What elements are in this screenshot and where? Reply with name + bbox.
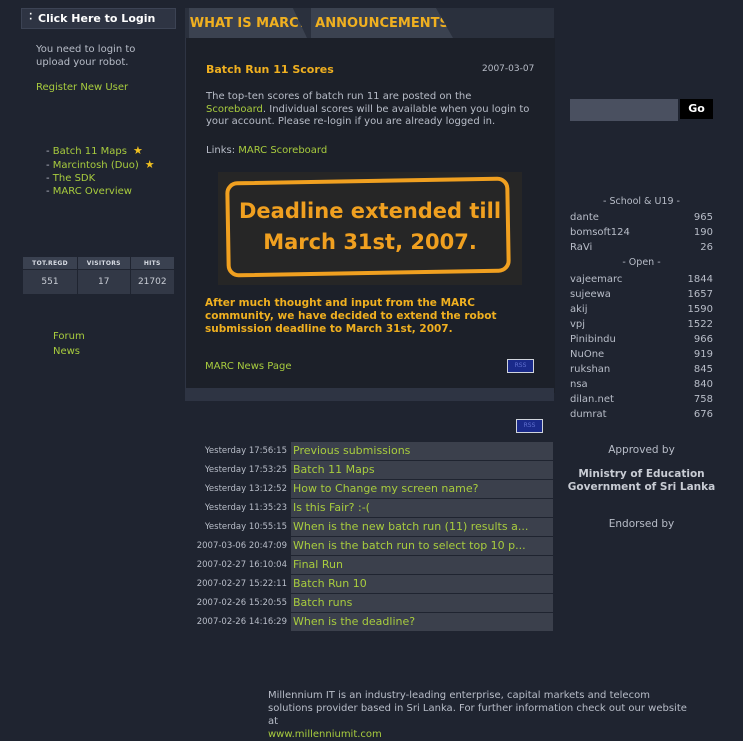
forum-link[interactable]: Forum [53, 331, 85, 342]
footer-text: Millennium IT is an industry-leading ent… [268, 690, 687, 727]
stats-hits: 21702 [129, 269, 176, 295]
post-time: 2007-02-27 16:10:04 [196, 560, 287, 570]
announcement-body: The top-ten scores of batch run 11 are p… [206, 91, 530, 127]
side-link-sdk[interactable]: The SDK [53, 173, 95, 184]
ranking-row: sujeewa 1657 [570, 289, 713, 300]
ranking-row: Pinibindu 966 [570, 334, 713, 345]
footer: Millennium IT is an industry-leading ent… [268, 689, 688, 741]
post-title-link[interactable]: When is the new batch run (11) results a… [291, 518, 553, 536]
ranking-row: rukshan 845 [570, 364, 713, 375]
deadline-banner-image: Deadline extended till March 31st, 2007. [218, 172, 522, 285]
login-button-label: Click Here to Login [38, 12, 156, 25]
news-link[interactable]: News [53, 346, 80, 357]
list-item: 2007-02-27 15:22:11 Batch Run 10 [196, 575, 553, 594]
panel-footer [185, 388, 554, 401]
post-title-link[interactable]: Is this Fair? :-( [291, 499, 553, 517]
post-time: 2007-02-26 15:20:55 [196, 598, 287, 608]
star-icon: ★ [144, 158, 155, 171]
ranking-row: vpj 1522 [570, 319, 713, 330]
side-nav: - Batch 11 Maps ★ - Marcintosh (Duo) ★ - T… [46, 144, 155, 198]
rss-icon[interactable]: RSS [516, 419, 543, 433]
side-nav-item: - MARC Overview [46, 186, 132, 197]
banner-line-1: Deadline extended till [238, 199, 502, 223]
side-link-batch11[interactable]: Batch 11 Maps [53, 146, 127, 157]
stats-visitors: 17 [77, 269, 131, 295]
announcement-date: 2007-03-07 [482, 64, 535, 74]
list-item: Yesterday 11:35:23 Is this Fair? :-( [196, 499, 553, 518]
tab-what-is-marc[interactable]: WHAT IS MARC? [189, 8, 307, 38]
register-link[interactable]: Register New User [36, 82, 128, 93]
list-item: Yesterday 13:12:52 How to Change my scree… [196, 480, 553, 499]
side-nav-item: - The SDK [46, 173, 96, 184]
ranking-row: dilan.net 758 [570, 394, 713, 405]
stats-header: TOT.REGD [21, 256, 79, 270]
list-item: Yesterday 17:53:25 Batch 11 Maps [196, 461, 553, 480]
news-page-link[interactable]: MARC News Page [205, 361, 292, 372]
rankings: - School & U19 - dante 965 bomsoft124 190 … [570, 196, 713, 424]
ranking-row: akij 1590 [570, 304, 713, 315]
side-link-overview[interactable]: MARC Overview [53, 186, 132, 197]
ministry-logo-text: Ministry of Education Government of Sri … [567, 468, 716, 493]
ranking-row: bomsoft124 190 [570, 227, 713, 238]
ranking-row: dumrat 676 [570, 409, 713, 420]
announcement-title: Batch Run 11 Scores [206, 63, 334, 76]
post-title-link[interactable]: Final Run [291, 556, 553, 574]
post-time: Yesterday 17:56:15 [204, 446, 287, 456]
post-title-link[interactable]: How to Change my screen name? [291, 480, 553, 498]
announcement-links: Links: MARC Scoreboard [206, 145, 328, 156]
list-item: 2007-02-26 14:16:29 When is the deadline? [196, 613, 553, 632]
post-title-link[interactable]: Previous submissions [291, 442, 553, 460]
list-item: Yesterday 17:56:15 Previous submissions [196, 442, 553, 461]
post-time: 2007-02-26 14:16:29 [196, 617, 287, 627]
ranking-row: nsa 840 [570, 379, 713, 390]
footer-website-link[interactable]: www.millenniumit.com [268, 729, 382, 740]
post-title-link[interactable]: When is the batch run to select top 10 p… [291, 537, 553, 555]
ranking-row: dante 965 [570, 212, 713, 223]
scoreboard-link[interactable]: Scoreboard [206, 104, 263, 115]
search-input[interactable] [570, 99, 678, 121]
stats-total-registered: 551 [21, 269, 79, 295]
tab-bar: WHAT IS MARC? ANNOUNCEMENTS [185, 8, 554, 38]
post-time: Yesterday 10:55:15 [204, 522, 287, 532]
post-time: 2007-02-27 15:22:11 [196, 579, 287, 589]
rankings-open-heading: - Open - [622, 257, 661, 268]
rss-icon[interactable]: RSS [507, 359, 534, 373]
post-time: Yesterday 13:12:52 [204, 484, 287, 494]
forum-post-list: Yesterday 17:56:15 Previous submissions Y… [196, 442, 553, 632]
stats-header: HITS [129, 256, 176, 270]
marc-scoreboard-link[interactable]: MARC Scoreboard [238, 145, 327, 156]
list-item: Yesterday 10:55:15 When is the new batch … [196, 518, 553, 537]
endorsed-label: Endorsed by [608, 518, 675, 530]
post-title-link[interactable]: Batch runs [291, 594, 553, 612]
approved-label: Approved by [608, 444, 675, 456]
stats-header: VISITORS [77, 256, 131, 270]
star-icon: ★ [132, 144, 143, 157]
list-item: 2007-02-27 16:10:04 Final Run [196, 556, 553, 575]
banner-line-2: March 31st, 2007. [263, 230, 477, 254]
ranking-row: RaVi 26 [570, 242, 713, 253]
post-title-link[interactable]: Batch Run 10 [291, 575, 553, 593]
ranking-row: NuOne 919 [570, 349, 713, 360]
post-time: Yesterday 17:53:25 [204, 465, 287, 475]
list-item: 2007-02-26 15:20:55 Batch runs [196, 594, 553, 613]
post-time: 2007-03-06 20:47:09 [196, 541, 287, 551]
rankings-school-heading: - School & U19 - [603, 196, 680, 207]
login-message: You need to login to upload your robot. [36, 44, 136, 68]
ranking-row: vajeemarc 1844 [570, 274, 713, 285]
side-nav-item: - Marcintosh (Duo) ★ [46, 158, 155, 171]
bullet-icon: · · [29, 10, 33, 25]
post-title-link[interactable]: Batch 11 Maps [291, 461, 553, 479]
login-button[interactable]: · · Click Here to Login [21, 8, 176, 29]
list-item: 2007-03-06 20:47:09 When is the batch run… [196, 537, 553, 556]
announcement-highlight: After much thought and input from the MA… [205, 297, 497, 335]
tab-announcements[interactable]: ANNOUNCEMENTS [311, 8, 453, 38]
side-link-marcintosh[interactable]: Marcintosh (Duo) [53, 160, 139, 171]
stamp-border [225, 176, 511, 278]
site-stats: TOT.REGD VISITORS HITS 551 17 21702 [21, 256, 176, 296]
side-nav-item: - Batch 11 Maps ★ [46, 144, 143, 157]
post-title-link[interactable]: When is the deadline? [291, 613, 553, 631]
post-time: Yesterday 11:35:23 [204, 503, 287, 513]
go-button[interactable]: Go [680, 99, 713, 119]
